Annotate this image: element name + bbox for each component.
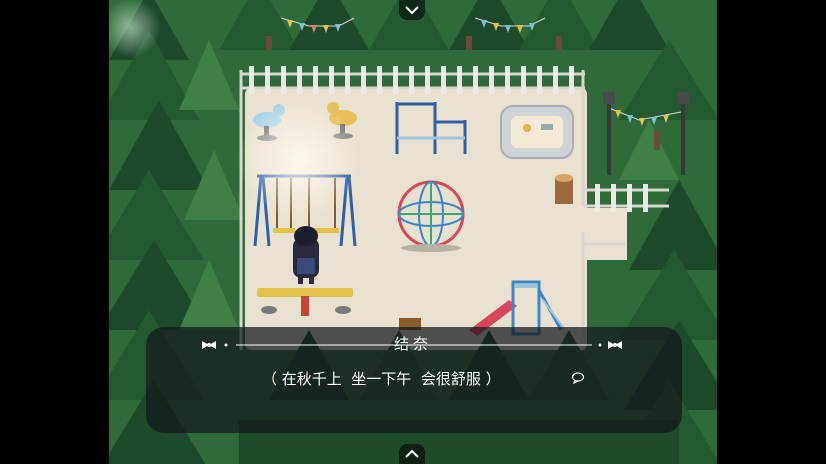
player-character (293, 226, 319, 284)
scroll-up-button[interactable] (399, 0, 425, 20)
dialog-text: （ 在秋千上 坐一下午 会很舒服 ） (262, 370, 501, 388)
game-screen: 结奈 （ 在秋千上 坐一下午 会很舒服 ） (0, 0, 826, 464)
chevron-up-icon (405, 449, 419, 458)
sun-glow (239, 100, 359, 220)
speaker-name: 结奈 (393, 335, 432, 353)
tree-stump (555, 174, 573, 204)
sand-path (587, 208, 627, 260)
speech-bubble-icon[interactable] (571, 372, 585, 384)
chevron-down-icon (405, 6, 419, 15)
scroll-down-button[interactable] (399, 444, 425, 464)
sandbox (500, 105, 574, 159)
